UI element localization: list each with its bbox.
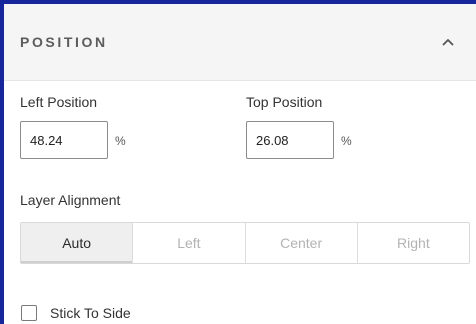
position-panel: POSITION Left Position % Top Position % …: [4, 4, 476, 324]
alignment-option-left[interactable]: Left: [132, 223, 244, 263]
top-position-input[interactable]: [246, 121, 334, 159]
section-header[interactable]: POSITION: [4, 4, 476, 81]
left-position-label: Left Position: [20, 94, 98, 110]
left-position-input[interactable]: [20, 121, 108, 159]
top-position-label: Top Position: [246, 94, 323, 110]
left-position-unit: %: [115, 134, 126, 148]
alignment-option-right[interactable]: Right: [356, 223, 469, 263]
alignment-option-center[interactable]: Center: [244, 223, 357, 263]
alignment-option-auto[interactable]: Auto: [21, 223, 133, 263]
stick-to-side-checkbox[interactable]: [21, 305, 37, 321]
layer-alignment-label: Layer Alignment: [20, 192, 121, 208]
layer-alignment-segmented-control: Auto Left Center Right: [20, 222, 470, 264]
stick-to-side-label[interactable]: Stick To Side: [50, 305, 131, 321]
section-title: POSITION: [20, 34, 108, 50]
chevron-up-icon[interactable]: [440, 34, 456, 50]
top-position-unit: %: [341, 134, 352, 148]
